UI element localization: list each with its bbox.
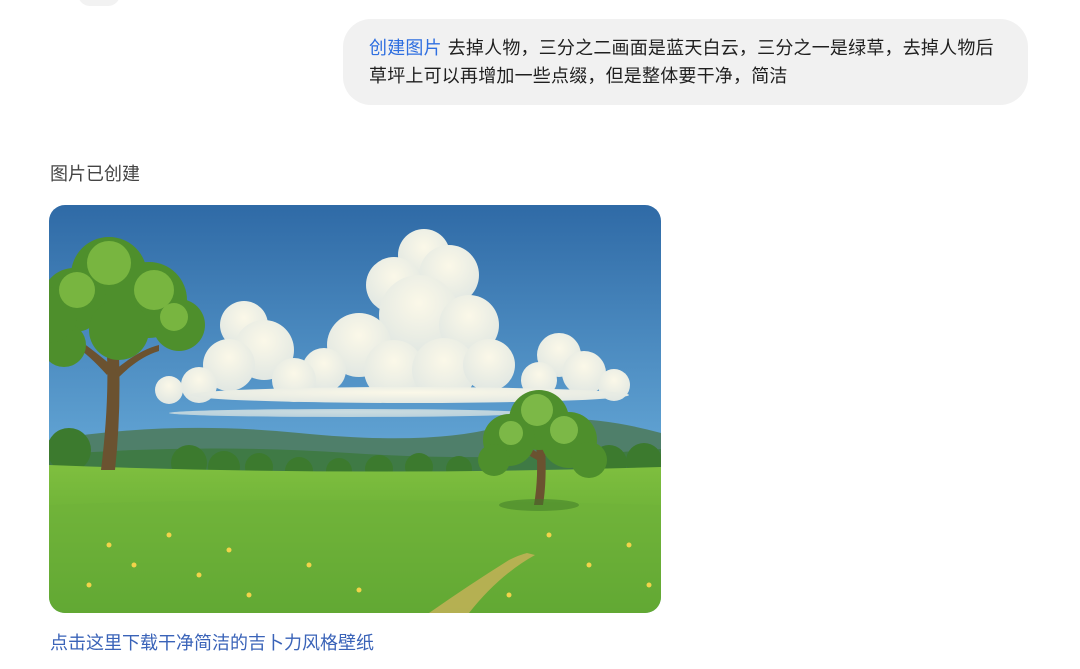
previous-message-edge [78,0,120,6]
create-image-tag[interactable]: 创建图片 [369,38,442,59]
landscape-image-icon [49,205,661,613]
generated-image[interactable] [49,205,661,613]
image-created-status: 图片已创建 [50,164,140,185]
user-message-text: 去掉人物，三分之二画面是蓝天白云，三分之一是绿草，去掉人物后草坪上可以再增加一些… [369,38,994,87]
download-wallpaper-link[interactable]: 点击这里下载干净简洁的吉卜力风格壁纸 [50,630,374,658]
user-message-bubble: 创建图片 去掉人物，三分之二画面是蓝天白云，三分之一是绿草，去掉人物后草坪上可以… [343,19,1028,105]
